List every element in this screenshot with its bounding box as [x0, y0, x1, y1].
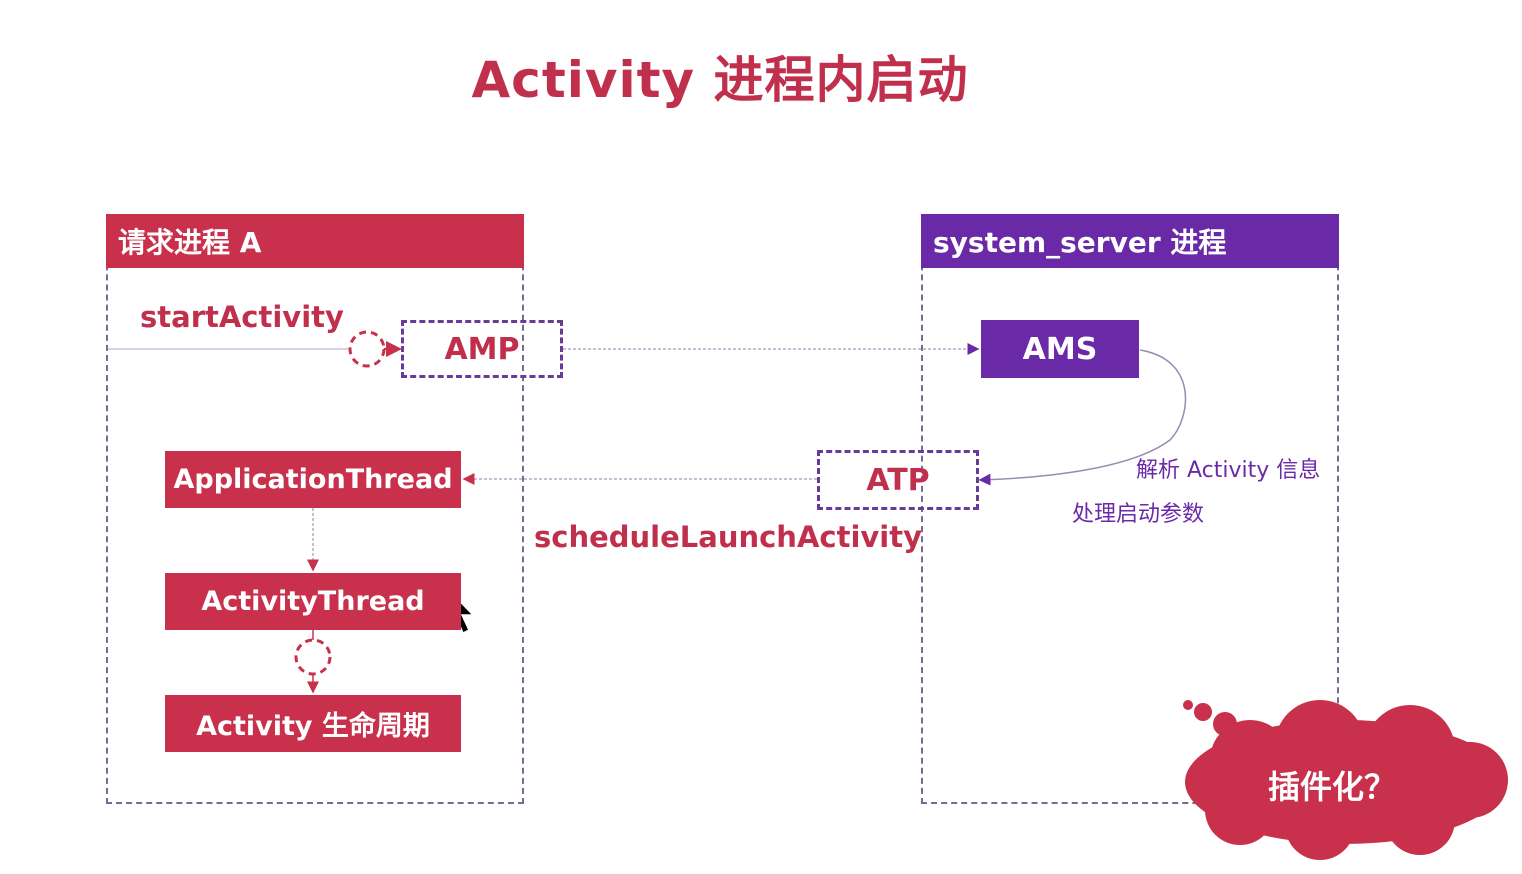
bubble-text: 插件化？ [1268, 768, 1397, 806]
call-circle-icon [348, 330, 386, 368]
amp-node: AMP [401, 320, 563, 378]
ams-node: AMS [981, 320, 1139, 378]
ams-note-line1: 解析 Activity 信息 [1136, 458, 1321, 483]
schedule-launch-activity-label: scheduleLaunchActivity [534, 520, 923, 554]
start-activity-label: startActivity [140, 300, 344, 334]
ams-note-line2: 处理启动参数 [1072, 502, 1205, 527]
atp-node: ATP [817, 450, 979, 510]
activity-lifecycle-node: Activity 生命周期 [165, 695, 461, 752]
application-thread-node: ApplicationThread [165, 451, 461, 508]
activity-thread-node: ActivityThread [165, 573, 461, 630]
handler-circle-icon [294, 638, 332, 676]
